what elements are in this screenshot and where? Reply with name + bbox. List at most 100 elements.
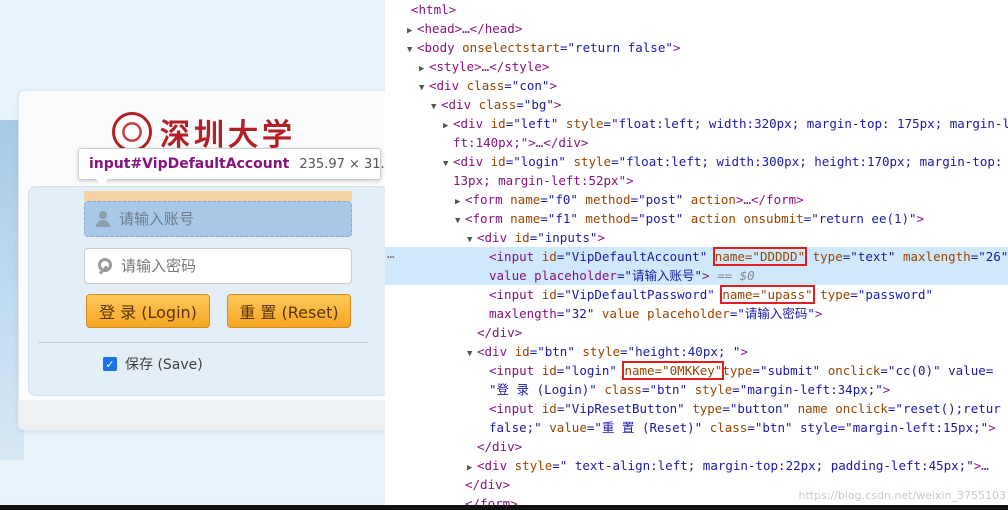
- tag-text: >: [916, 211, 925, 226]
- tag-text: >: [814, 306, 823, 321]
- dom-tree-line[interactable]: <input id="login" name="0MKKey"type="sub…: [385, 361, 1008, 380]
- user-icon: [95, 211, 111, 227]
- save-checkbox[interactable]: ✓: [103, 357, 117, 371]
- dom-tree-line[interactable]: <input id="VipResetButton" type="button"…: [385, 399, 1008, 418]
- tag-text: <div: [441, 97, 479, 112]
- attr-value: ="VipDefaultAccount": [556, 249, 715, 264]
- attr-value: ="请输入密码": [729, 306, 815, 321]
- tag-text: <form: [465, 192, 511, 207]
- tag-text: <input: [489, 363, 542, 378]
- attr-value: ="height:40px; ": [620, 344, 741, 359]
- attr-value: ="return false": [560, 40, 673, 55]
- attr-name: id: [541, 287, 557, 302]
- tag-text: <body: [417, 40, 463, 55]
- account-field[interactable]: [84, 201, 352, 237]
- attr-name: id: [541, 249, 557, 264]
- dom-tree-line[interactable]: ft:140px;">…</div>: [385, 133, 1008, 152]
- login-card-footer: [18, 400, 385, 430]
- dom-tree-line[interactable]: value placeholder="请输入账号"> == $0: [385, 266, 1008, 285]
- attr-name: id: [490, 116, 506, 131]
- more-options-icon[interactable]: ⋯: [387, 247, 395, 266]
- dom-tree-line[interactable]: ▼ <div id="login" style="float:left; widt…: [385, 152, 1008, 171]
- tag-text: <div: [477, 458, 515, 473]
- dom-tree-line[interactable]: 13px; margin-left:52px">: [385, 171, 1008, 190]
- highlighted-name-attr: name="DDDDD": [712, 247, 808, 266]
- attr-value: ="btn": [529, 344, 583, 359]
- attr-name: class: [604, 382, 642, 397]
- dom-tree-line[interactable]: ▶ <div id="left" style="float:left; width…: [385, 114, 1008, 133]
- attr-value: ="float:left; width:320px; margin-top: 1…: [603, 116, 1008, 131]
- attr-name: type: [805, 249, 843, 264]
- inspect-tooltip: input#VipDefaultAccount 235.97 × 31.96: [78, 148, 385, 180]
- account-input[interactable]: [119, 210, 339, 228]
- attr-name: style: [565, 116, 604, 131]
- save-option[interactable]: ✓ 保存 (Save): [103, 354, 203, 374]
- dom-tree-line[interactable]: maxlength="32" value placeholder="请输入密码"…: [385, 304, 1008, 323]
- dom-tree-line[interactable]: ▼ <div class="con">: [385, 76, 1008, 95]
- dom-tree-line[interactable]: <input id="VipDefaultPassword" name="upa…: [385, 285, 1008, 304]
- reset-button[interactable]: 重 置 (Reset): [227, 294, 351, 328]
- tag-text: <head>…</head>: [417, 21, 523, 36]
- password-input[interactable]: [121, 257, 341, 275]
- attr-value: ="VipResetButton": [556, 401, 693, 416]
- attr-value: "登 录 (Login)": [489, 382, 605, 397]
- tag-text: <input: [489, 287, 542, 302]
- attr-value: false;": [489, 420, 550, 435]
- dom-tree-line[interactable]: </div>: [385, 437, 1008, 456]
- tag-text: <input: [489, 249, 542, 264]
- dom-tree-line[interactable]: ▼ <div id="inputs">: [385, 228, 1008, 247]
- attr-name: type: [812, 287, 851, 302]
- attr-value: ="login": [556, 363, 625, 378]
- attr-value: ="float:left; width:300px; height:170px;…: [611, 154, 1008, 169]
- dom-tree-line[interactable]: <html>: [385, 0, 1008, 19]
- attr-name: style: [694, 382, 733, 397]
- attr-name: name: [510, 211, 541, 226]
- attr-value: ="con": [504, 78, 550, 93]
- login-button[interactable]: 登 录 (Login): [86, 294, 210, 328]
- dom-tree-line[interactable]: "登 录 (Login)" class="btn" style="margin-…: [385, 380, 1008, 399]
- tag-text: ft:140px;">…</div>: [453, 135, 589, 150]
- attr-value: ="post": [630, 192, 691, 207]
- attr-name: action onsubmit: [690, 211, 804, 226]
- tag-text: >: [702, 268, 710, 283]
- tag-text: <form: [465, 211, 511, 226]
- tag-text: </div>: [477, 439, 523, 454]
- attr-name: value placeholder: [601, 306, 730, 321]
- tag-text: <html>: [411, 2, 457, 17]
- login-page-preview: 深圳大学 登 录 (Login) 重 置 (Reset) ✓ 保存 (Save)…: [0, 0, 385, 510]
- tag-text: >: [549, 78, 557, 93]
- tooltip-dimensions: 235.97 × 31.96: [299, 156, 385, 172]
- selected-node-marker: == $0: [709, 268, 755, 283]
- password-field[interactable]: [84, 248, 352, 284]
- tag-text: <style>…</style>: [429, 59, 550, 74]
- tag-text: <div: [453, 116, 491, 131]
- attr-name: style: [573, 154, 612, 169]
- dom-tree-line[interactable]: ▶ <div style=" text-align:left; margin-to…: [385, 456, 1008, 475]
- watermark: https://blog.csdn.net/weixin_3755103: [798, 489, 1006, 502]
- dom-tree-line[interactable]: false;" value="重 置 (Reset)" class="btn" …: [385, 418, 1008, 437]
- dom-tree-line[interactable]: ▼ <div id="btn" style="height:40px; ">: [385, 342, 1008, 361]
- attr-value: ="inputs": [529, 230, 598, 245]
- dom-tree-line[interactable]: </div>: [385, 323, 1008, 342]
- tag-text: maxlength: [489, 306, 557, 321]
- attr-value: =" text-align:left; margin-top:22px; pad…: [552, 458, 974, 473]
- dom-tree-line[interactable]: ▼ <body onselectstart="return false">: [385, 38, 1008, 57]
- attr-value: ="26": [970, 249, 1008, 264]
- dom-tree-line[interactable]: ▶ <form name="f0" method="post" action>…<…: [385, 190, 1008, 209]
- dom-tree-line[interactable]: ▼ <form name="f1" method="post" action on…: [385, 209, 1008, 228]
- attr-value: ="bg": [516, 97, 554, 112]
- attr-value: ="f1": [540, 211, 586, 226]
- dom-tree-line[interactable]: <input id="VipDefaultAccount" name="DDDD…: [385, 247, 1008, 266]
- attr-name: method: [585, 192, 631, 207]
- attr-value: ="post": [630, 211, 691, 226]
- save-label: 保存 (Save): [125, 357, 203, 373]
- dom-tree-line[interactable]: ▶ <style>…</style>: [385, 57, 1008, 76]
- dom-tree-line[interactable]: ▼ <div class="bg">: [385, 95, 1008, 114]
- attr-name: style: [514, 458, 553, 473]
- attr-name: class: [466, 78, 505, 93]
- attr-value: ="login": [505, 154, 574, 169]
- dom-tree-line[interactable]: ▶ <head>…</head>: [385, 19, 1008, 38]
- attr-name: onselectstart: [462, 40, 560, 55]
- attr-value: ="password": [850, 287, 934, 302]
- attr-name: id: [514, 230, 530, 245]
